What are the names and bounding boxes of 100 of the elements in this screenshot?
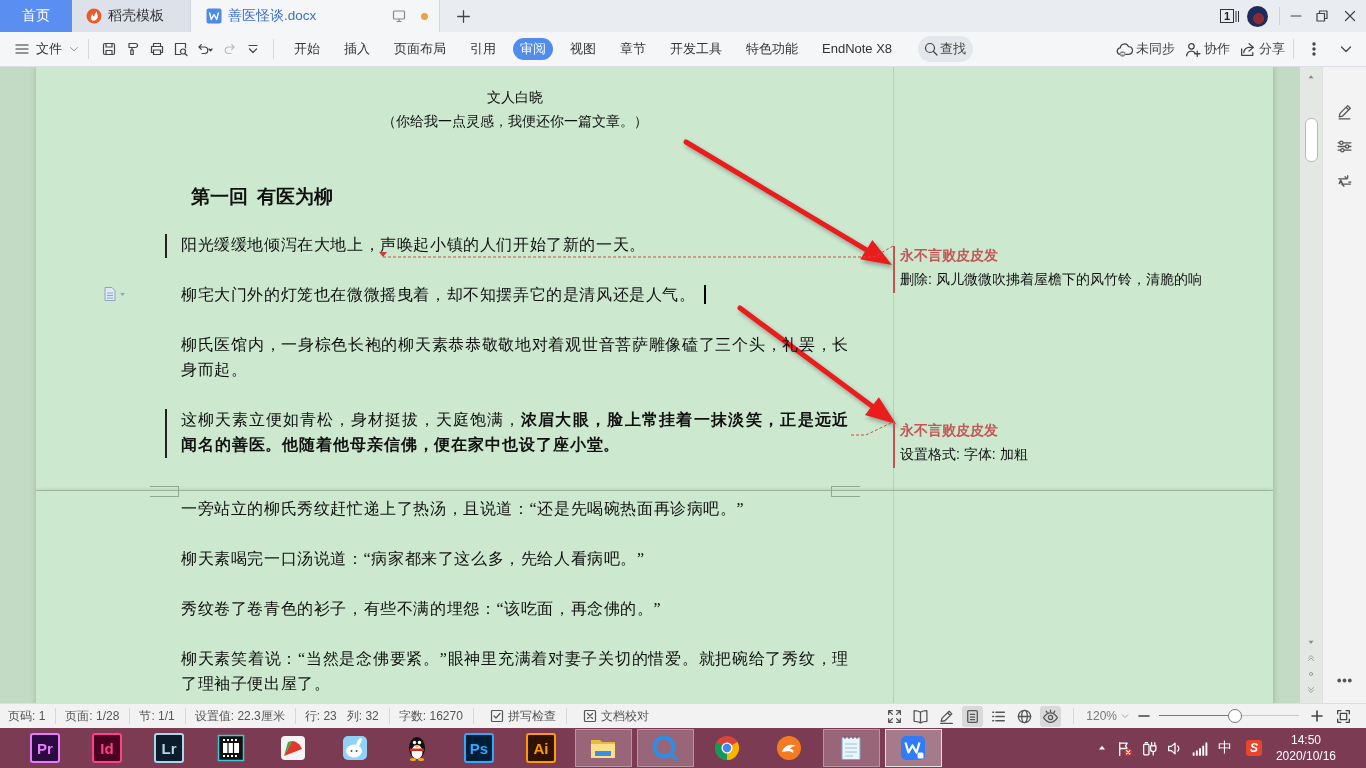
taskbar-app-button[interactable]: Lr	[154, 733, 184, 763]
status-field: 页码: 1	[8, 707, 46, 725]
ribbon-tab[interactable]: EndNote X8	[815, 38, 900, 60]
ring-icon	[651, 734, 679, 762]
new-tab-button[interactable]	[455, 7, 472, 25]
ribbon-tab[interactable]: 章节	[613, 38, 653, 60]
comment-balloon[interactable]: 永不言败皮皮发 删除: 风儿微微吹拂着屋檐下的风竹铃，清脆的响	[893, 246, 1202, 293]
taskbar-app-button[interactable]: Ai	[526, 733, 556, 763]
fit-icon	[1335, 707, 1352, 725]
status-field: 行: 23	[304, 707, 337, 725]
document-w-icon	[206, 8, 222, 24]
taskbar-app-button[interactable]	[775, 734, 803, 762]
taskbar-app-button[interactable]: Id	[92, 733, 122, 763]
power-button[interactable]	[1140, 739, 1158, 757]
swirl-circle-icon	[775, 734, 803, 762]
status-field: 列: 32	[346, 707, 379, 725]
swap-icon	[1336, 173, 1353, 190]
status-field: 页面: 1/28	[65, 707, 120, 725]
status-field: 字数: 16270	[398, 707, 463, 725]
search-icon	[923, 41, 940, 57]
ribbon-tab[interactable]: 开始	[287, 38, 327, 60]
taskbar-app-button[interactable]	[341, 734, 369, 762]
translate-pane-button[interactable]	[1336, 173, 1353, 190]
minus-icon	[1138, 715, 1150, 717]
printer-icon	[149, 41, 165, 57]
segmented-circle-icon	[713, 734, 741, 762]
status-field: 节: 1/1	[139, 707, 175, 725]
close-icon	[1342, 8, 1358, 24]
body-paragraph: 柳宅大门外的灯笼也在微微摇曳着，却不知摆弄它的是清风还是人气。	[181, 286, 696, 303]
zoom-in-button[interactable]	[1309, 708, 1325, 724]
share-icon	[1239, 40, 1256, 58]
search-button[interactable]: 查找	[918, 36, 974, 62]
comment-text: 设置格式: 字体: 加粗	[900, 445, 1028, 464]
edit-pane-button[interactable]	[1336, 103, 1353, 120]
subtitle-line: （你给我一点灵感，我便还你一篇文章。）	[382, 114, 648, 129]
taskbar-app-button[interactable]	[217, 734, 245, 762]
network-button[interactable]	[1190, 739, 1208, 757]
globe-icon	[1016, 707, 1034, 725]
format-painter-button[interactable]	[125, 41, 141, 57]
paragraph-handle-icon[interactable]	[103, 286, 127, 302]
zoom-dropdown[interactable]: 120%	[1086, 709, 1130, 723]
sync-button[interactable]: 未同步	[1116, 40, 1175, 58]
rabbit-tile-icon	[341, 734, 369, 762]
save-icon	[101, 41, 117, 57]
ribbon-tab[interactable]: 开发工具	[663, 38, 729, 60]
stacked-lines-icon	[1235, 9, 1240, 23]
brush-icon	[125, 41, 141, 57]
proofread-button[interactable]: 文档校对	[581, 707, 649, 725]
input-method-button[interactable]: S	[1245, 740, 1262, 756]
zoom-plus-icon	[1309, 708, 1325, 724]
body-paragraph: 阳光缓缓地倾泻在大地上，声唤起小镇的人们开始了新的一天。	[181, 236, 646, 253]
book-icon	[912, 707, 930, 725]
body-paragraph: 秀纹卷了卷青色的衫子，有些不满的埋怨：“该吃面，再念佛的。”	[181, 600, 662, 617]
body-paragraph: 这柳天素立便如青松，身材挺拔，天庭饱满，浓眉大眼，脸上常挂着一抹淡笑，正是远近闻名的善医。他随着他母亲信佛，便在家中也设了座小堂。	[181, 411, 849, 453]
page-view-button[interactable]	[962, 705, 984, 727]
ribbon-tab[interactable]: 引用	[463, 38, 503, 60]
ribbon-tab[interactable]: 特色功能	[739, 38, 805, 60]
taskbar-app-button[interactable]	[713, 734, 741, 762]
eye-care-button[interactable]	[1040, 705, 1062, 727]
zoom-slider-thumb[interactable]	[1227, 709, 1242, 723]
menu-icon	[14, 41, 30, 57]
comment-author: 永不言败皮皮发	[900, 421, 999, 439]
file-menu-button[interactable]: 文件	[14, 40, 80, 58]
user-avatar[interactable]	[1247, 5, 1268, 27]
undo-button[interactable]	[197, 41, 213, 57]
print-button[interactable]	[149, 41, 165, 57]
person-plus-icon	[1184, 40, 1201, 58]
save-button[interactable]	[101, 41, 117, 57]
restore-button[interactable]	[1314, 8, 1330, 24]
fan-tile-icon	[279, 734, 307, 762]
spell-check-button[interactable]: 拼写检查	[488, 707, 556, 725]
print-preview-button[interactable]	[173, 41, 189, 57]
comment-balloon[interactable]: 永不言败皮皮发 设置格式: 字体: 加粗	[893, 421, 1028, 468]
close-button[interactable]	[1342, 8, 1358, 24]
film-strip-icon	[217, 734, 245, 762]
taskbar-app-button[interactable]: Ps	[464, 733, 494, 763]
collaborate-button[interactable]: 协作	[1184, 40, 1230, 58]
taskbar-app-button[interactable]	[279, 734, 307, 762]
comment-text: 删除: 风儿微微吹拂着屋檐下的风竹铃，清脆的响	[900, 270, 1202, 289]
ribbon-tab[interactable]: 页面布局	[387, 38, 453, 60]
settings-pane-button[interactable]	[1336, 138, 1353, 155]
restore-icon	[1314, 8, 1330, 24]
minimize-icon	[1290, 15, 1302, 17]
fit-window-button[interactable]	[1335, 707, 1352, 725]
template-tab[interactable]: 稻壳模板	[72, 0, 190, 32]
input-mode-button[interactable]: 中	[1217, 739, 1232, 757]
double-up-icon	[1306, 653, 1316, 663]
clock-button[interactable]: 14:50 2020/10/16	[1275, 732, 1336, 764]
caret-down-icon	[1120, 711, 1130, 721]
cloud-icon	[1116, 40, 1133, 58]
ribbon-tab[interactable]: 视图	[563, 38, 603, 60]
vertical-scrollbar[interactable]	[1300, 67, 1322, 703]
undo-icon	[197, 41, 213, 57]
share-button[interactable]: 分享	[1239, 40, 1285, 58]
document-tab[interactable]: 善医怪谈.docx	[190, 0, 440, 32]
ribbon-tab[interactable]: 插入	[337, 38, 377, 60]
x-box-icon	[581, 708, 598, 724]
taskbar-app-button[interactable]: Pr	[30, 733, 60, 763]
scroll-thumb[interactable]	[1304, 118, 1318, 162]
zoom-slider[interactable]	[1159, 709, 1299, 723]
